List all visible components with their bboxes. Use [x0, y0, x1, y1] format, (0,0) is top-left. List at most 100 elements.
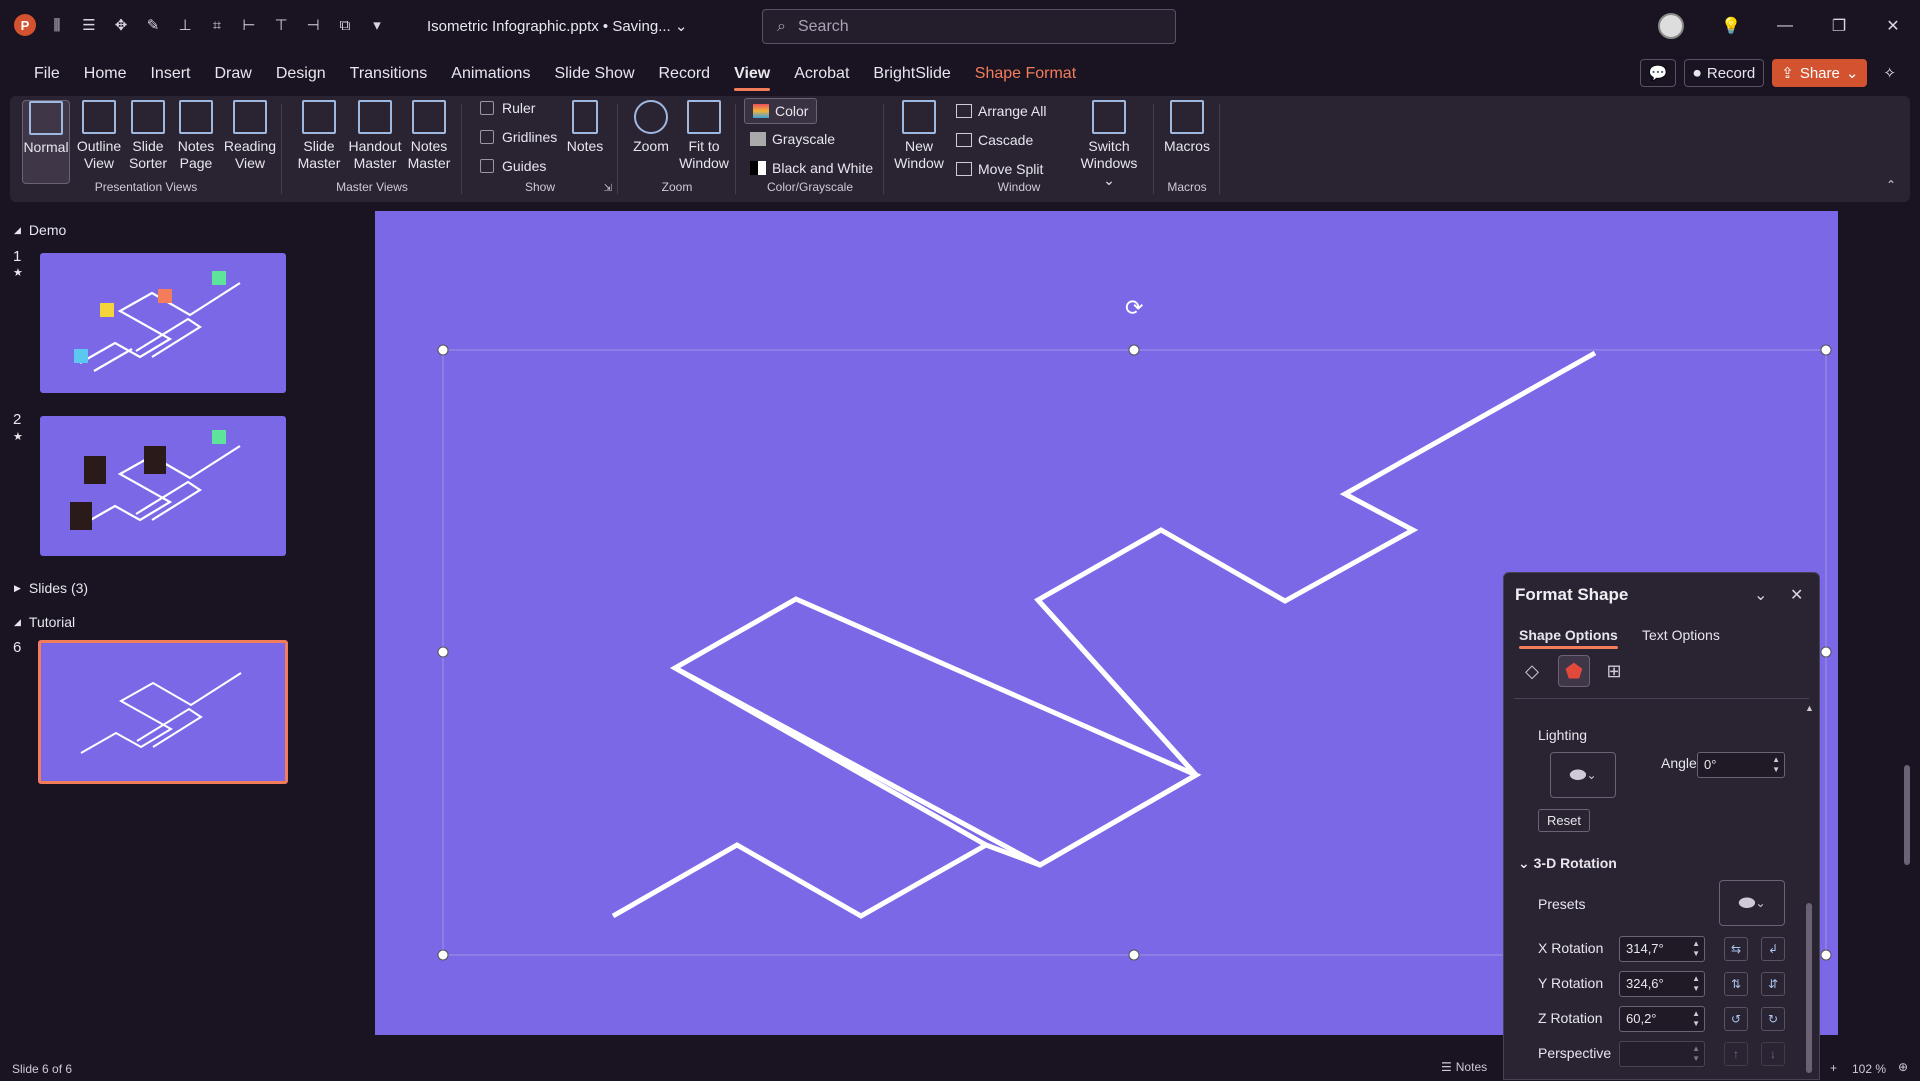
slide-sorter-button[interactable]: Slide Sorter: [123, 100, 173, 172]
presets-dropdown[interactable]: ⬬ ⌄: [1719, 880, 1785, 926]
close-icon[interactable]: ✕: [1866, 16, 1920, 36]
tab-shape-format[interactable]: Shape Format: [963, 63, 1088, 91]
slide-thumbnail-1[interactable]: [40, 253, 286, 393]
y-rotation-input[interactable]: 324,6° ▲ ▼: [1619, 971, 1705, 997]
fit-slide-icon[interactable]: ⊕: [1898, 1060, 1908, 1074]
lighting-dropdown[interactable]: ⬬ ⌄: [1550, 752, 1616, 798]
section-demo[interactable]: ◢ Demo: [14, 222, 66, 238]
zoom-in-icon[interactable]: +: [1830, 1061, 1837, 1075]
pane-options-icon[interactable]: ⌄: [1754, 585, 1767, 605]
arrange-all-icon: [956, 104, 972, 118]
ribbon: Normal Outline View Slide Sorter Notes Page…: [10, 96, 1910, 202]
z-rotate-ccw-icon[interactable]: ↺: [1724, 1007, 1748, 1031]
minimize-icon[interactable]: —: [1758, 17, 1812, 35]
reset-button[interactable]: Reset: [1538, 809, 1590, 832]
tab-text-options[interactable]: Text Options: [1642, 627, 1720, 643]
gridlines-checkbox[interactable]: Gridlines: [480, 129, 557, 145]
effects-icon[interactable]: ⬟: [1558, 655, 1590, 687]
black-and-white-button[interactable]: Black and White: [750, 157, 873, 179]
y-rotation-value: 324,6°: [1626, 976, 1664, 991]
search-box[interactable]: ⌕ Search: [762, 9, 1176, 44]
color-button[interactable]: Color: [744, 98, 818, 124]
tab-insert[interactable]: Insert: [138, 63, 202, 91]
align-icon[interactable]: ⫼: [46, 14, 68, 36]
distribute-icon[interactable]: ☰: [78, 14, 100, 36]
record-button[interactable]: ⏺ Record: [1684, 59, 1765, 87]
grayscale-button[interactable]: Grayscale: [750, 128, 835, 150]
reading-view-button[interactable]: Reading View: [222, 100, 278, 172]
align-bottom-icon[interactable]: ⊥: [174, 14, 196, 36]
close-pane-icon[interactable]: ✕: [1790, 585, 1803, 605]
tab-brightslide[interactable]: BrightSlide: [861, 63, 962, 91]
x-rotate-right-icon[interactable]: ↲: [1761, 937, 1785, 961]
section-tutorial[interactable]: ◢ Tutorial: [14, 614, 75, 630]
tab-view[interactable]: View: [722, 63, 782, 91]
move-split-button[interactable]: Move Split: [956, 158, 1043, 180]
x-rotate-left-icon[interactable]: ⇆: [1724, 937, 1748, 961]
fill-line-icon[interactable]: ◇: [1518, 657, 1546, 685]
slide-thumbnail-6[interactable]: [38, 640, 288, 784]
tab-shape-options[interactable]: Shape Options: [1519, 627, 1618, 649]
section-slides[interactable]: ▶ Slides (3): [14, 580, 88, 596]
tab-file[interactable]: File: [22, 63, 72, 91]
scrollbar-thumb[interactable]: [1806, 903, 1812, 1073]
notes-page-button[interactable]: Notes Page: [171, 100, 221, 172]
handout-master-button[interactable]: Handout Master: [346, 100, 404, 172]
node-icon[interactable]: ✥: [110, 14, 132, 36]
restore-icon[interactable]: ❐: [1812, 16, 1866, 36]
tab-design[interactable]: Design: [264, 63, 338, 91]
share-button[interactable]: ⇪ Share ⌄: [1772, 59, 1868, 87]
scroll-up-icon[interactable]: ▲: [1805, 703, 1814, 713]
normal-view-button[interactable]: Normal: [22, 100, 70, 184]
tab-transitions[interactable]: Transitions: [338, 63, 440, 91]
tab-acrobat[interactable]: Acrobat: [782, 63, 861, 91]
lightbulb-icon[interactable]: 💡: [1704, 16, 1758, 36]
align-right-icon[interactable]: ⊣: [302, 14, 324, 36]
crop-icon[interactable]: ⌗: [206, 14, 228, 36]
z-rotate-cw-icon[interactable]: ↻: [1761, 1007, 1785, 1031]
slide-thumbnail-2[interactable]: [40, 416, 286, 556]
tab-draw[interactable]: Draw: [202, 63, 263, 91]
customize-qat-icon[interactable]: ▾: [366, 14, 388, 36]
tab-home[interactable]: Home: [72, 63, 139, 91]
arrange-all-button[interactable]: Arrange All: [956, 100, 1046, 122]
comments-button[interactable]: 💬: [1639, 59, 1677, 87]
macros-button[interactable]: Macros: [1162, 100, 1212, 155]
btn-label: Page: [179, 155, 213, 171]
z-rotation-input[interactable]: 60,2° ▲ ▼: [1619, 1006, 1705, 1032]
tab-animations[interactable]: Animations: [439, 63, 542, 91]
outline-view-button[interactable]: Outline View: [74, 100, 124, 172]
ruler-checkbox[interactable]: Ruler: [480, 100, 535, 116]
angle-input[interactable]: 0° ▲ ▼: [1697, 752, 1785, 778]
document-title[interactable]: Isometric Infographic.pptx • Saving... ⌄: [427, 17, 687, 35]
fit-to-window-button[interactable]: Fit to Window: [676, 100, 732, 172]
notes-toggle[interactable]: ☰ Notes: [1441, 1060, 1487, 1074]
rotation-section-header[interactable]: ⌄ 3-D Rotation: [1518, 855, 1617, 872]
draw-icon[interactable]: ✎: [142, 14, 164, 36]
guides-checkbox[interactable]: Guides: [480, 158, 546, 174]
avatar[interactable]: [1658, 13, 1684, 39]
new-window-button[interactable]: New Window: [894, 100, 944, 172]
y-rotate-up-icon[interactable]: ⇅: [1724, 972, 1748, 996]
scrollbar-thumb[interactable]: [1904, 765, 1910, 865]
x-rotation-input[interactable]: 314,7° ▲ ▼: [1619, 936, 1705, 962]
slide-master-button[interactable]: Slide Master: [294, 100, 344, 172]
tab-slide-show[interactable]: Slide Show: [542, 63, 646, 91]
y-rotate-down-icon[interactable]: ⇵: [1761, 972, 1785, 996]
tab-record[interactable]: Record: [647, 63, 723, 91]
notes-button[interactable]: Notes: [560, 100, 610, 155]
cascade-button[interactable]: Cascade: [956, 129, 1033, 151]
pane-scrollbar[interactable]: ▲: [1805, 703, 1814, 1081]
switch-windows-button[interactable]: Switch Windows ⌄: [1074, 100, 1144, 189]
align-left-icon[interactable]: ⊢: [238, 14, 260, 36]
zoom-button[interactable]: Zoom: [626, 100, 676, 155]
notes-master-button[interactable]: Notes Master: [404, 100, 454, 172]
size-properties-icon[interactable]: ⊞: [1600, 657, 1628, 685]
zoom-level[interactable]: 102 %: [1852, 1062, 1886, 1076]
align-top-icon[interactable]: ⊤: [270, 14, 292, 36]
collapse-ribbon-icon[interactable]: ⌃: [1886, 178, 1896, 192]
copilot-button[interactable]: ✧: [1875, 59, 1904, 87]
canvas-scrollbar[interactable]: [1904, 225, 1912, 865]
group-icon[interactable]: ⧉: [334, 14, 356, 36]
dialog-launcher-icon[interactable]: ⇲: [604, 183, 612, 194]
